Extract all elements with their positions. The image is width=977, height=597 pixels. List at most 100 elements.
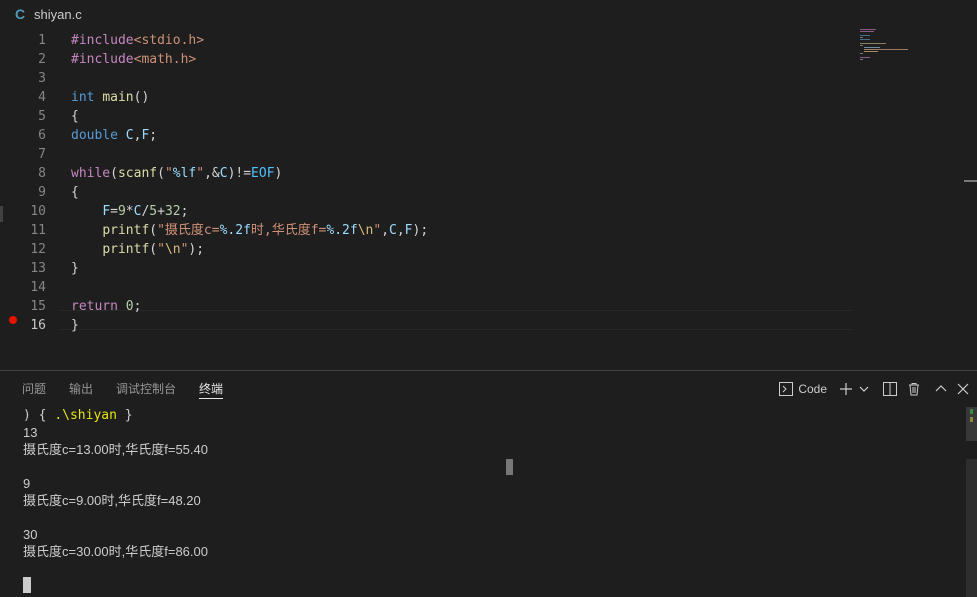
code-token: ; <box>149 128 158 143</box>
code-token: return <box>71 299 118 314</box>
code-token: int <box>71 90 95 105</box>
tab-terminal[interactable]: 终端 <box>199 371 224 407</box>
code-token: F <box>102 204 111 219</box>
code-token: ( <box>157 166 165 181</box>
terminal-icon <box>779 382 794 396</box>
code-token: double <box>71 128 118 143</box>
current-line-highlight <box>60 310 853 330</box>
code-token: 9 <box>117 204 126 219</box>
code-token: main <box>102 90 134 105</box>
split-icon <box>883 382 897 396</box>
maximize-panel-button[interactable] <box>935 379 947 399</box>
code-token: C <box>219 166 228 181</box>
terminal-line: 摄氏度c=13.00时,华氏度f=55.40 <box>23 442 208 457</box>
terminal-output[interactable]: ) { .\shiyan } 13 摄氏度c=13.00时,华氏度f=55.40… <box>23 407 963 560</box>
code-token: , <box>396 223 405 238</box>
code-token: EOF <box>251 166 275 181</box>
terminal-line: 13 <box>23 425 38 440</box>
code-token: "摄氏度c= <box>157 223 220 238</box>
terminal-shell-selector[interactable]: Code <box>779 379 827 399</box>
terminal-cursor <box>23 577 31 593</box>
terminal-line: 9 <box>23 476 31 491</box>
tab-output[interactable]: 输出 <box>69 371 93 407</box>
tab-problems[interactable]: 问题 <box>22 371 46 407</box>
code-token: )!= <box>227 166 252 181</box>
line-number: 16 <box>30 318 46 333</box>
line-number: 7 <box>38 147 46 162</box>
tab-shiyan-c[interactable]: C shiyan.c <box>14 0 82 28</box>
terminal-scrollbar-track[interactable] <box>966 459 977 597</box>
code-line: int main() <box>71 88 149 107</box>
line-number: 9 <box>38 185 46 200</box>
kill-terminal-button[interactable] <box>907 379 921 399</box>
panel-tabs: 问题 输出 调试控制台 终端 <box>22 371 246 407</box>
plus-icon <box>840 383 852 395</box>
code-token: \n <box>164 242 181 257</box>
code-token: while <box>71 166 111 181</box>
code-line: double C,F; <box>71 126 157 145</box>
code-token: 时,华氏度f= <box>250 223 327 238</box>
code-token: * <box>125 204 134 219</box>
code-token: printf <box>102 223 150 238</box>
code-token: ; <box>180 204 189 219</box>
prompt-command: .\shiyan <box>54 408 117 423</box>
line-number: 10 <box>30 204 46 219</box>
code-token: 0 <box>125 299 134 314</box>
code-token: ( <box>149 223 158 238</box>
code-token: ; <box>133 299 142 314</box>
line-number: 6 <box>38 128 46 143</box>
code-token: () <box>133 90 150 105</box>
scrollbar-mark <box>970 409 973 414</box>
terminal-line: 摄氏度c=9.00时,华氏度f=48.20 <box>23 493 201 508</box>
line-number: 12 <box>30 242 46 257</box>
scrollbar-mark <box>970 417 973 422</box>
code-token: #include <box>71 33 134 48</box>
split-terminal-button[interactable] <box>883 379 897 399</box>
c-file-icon: C <box>14 6 26 22</box>
code-token: " <box>157 242 165 257</box>
terminal-line: 摄氏度c=30.00时,华氏度f=86.00 <box>23 544 208 559</box>
code-token: } <box>71 261 79 276</box>
close-panel-button[interactable] <box>957 379 969 399</box>
editor-tab-bar: C shiyan.c <box>0 0 977 28</box>
code-token: C <box>389 223 397 238</box>
new-terminal-button[interactable] <box>839 379 853 399</box>
code-line: #include<math.h> <box>71 50 196 69</box>
code-token: " <box>373 223 382 238</box>
code-token: ); <box>412 223 429 238</box>
code-token: " <box>164 166 173 181</box>
code-token: printf <box>102 242 150 257</box>
terminal-prompt-line: ) { .\shiyan } <box>23 407 963 424</box>
line-number: 1 <box>38 33 46 48</box>
code-line: { <box>71 107 79 126</box>
code-token: " <box>196 166 205 181</box>
code-token: ( <box>149 242 158 257</box>
line-number: 14 <box>30 280 46 295</box>
code-line: } <box>71 259 79 278</box>
code-token: #include <box>71 52 134 67</box>
code-token: ) <box>274 166 283 181</box>
code-editor[interactable]: 1 #include<stdio.h> 2 #include<math.h> 3 4 int… <box>0 28 977 370</box>
line-number: 11 <box>30 223 46 238</box>
terminal-selection-marker <box>506 459 513 475</box>
code-token: C <box>125 128 134 143</box>
line-number: 13 <box>30 261 46 276</box>
code-token: %.2f <box>219 223 251 238</box>
panel-actions: Code <box>779 371 969 407</box>
line-number: 5 <box>38 109 46 124</box>
bottom-panel: 问题 输出 调试控制台 终端 Code ) { .\shiyan } 13 摄氏… <box>0 370 977 597</box>
prompt-prefix: ) { <box>23 408 55 423</box>
minimap[interactable] <box>858 28 938 68</box>
code-line: return 0; <box>71 297 141 316</box>
code-token: <stdio.h> <box>133 33 205 48</box>
terminal-dropdown-button[interactable] <box>859 379 869 399</box>
code-token: , <box>381 223 390 238</box>
code-token: \n <box>357 223 374 238</box>
code-token: + <box>157 204 165 219</box>
tab-debug-console[interactable]: 调试控制台 <box>116 371 176 407</box>
line-number: 3 <box>38 71 46 86</box>
